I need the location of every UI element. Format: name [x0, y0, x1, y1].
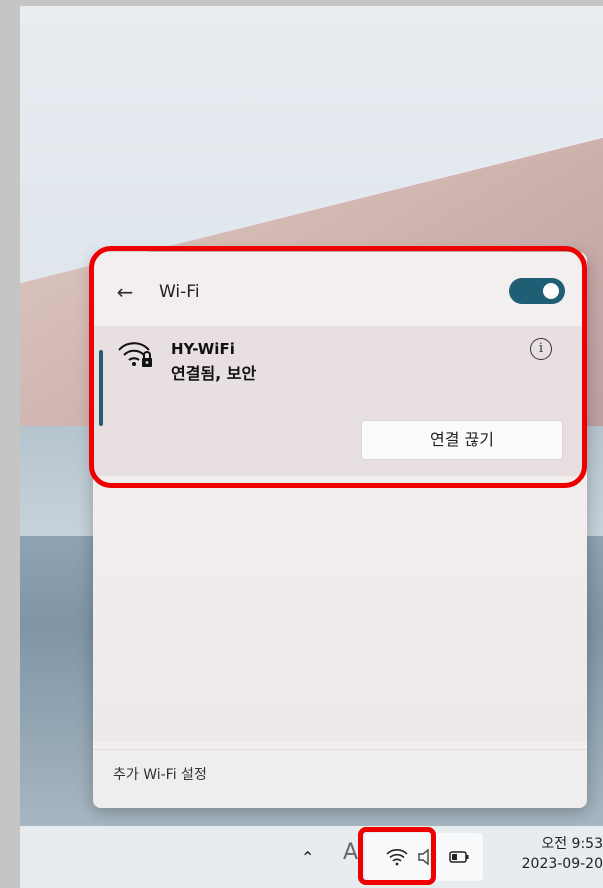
taskbar-clock[interactable]: 오전 9:53 2023-09-20 — [505, 834, 603, 874]
clock-date: 2023-09-20 — [521, 856, 603, 872]
flyout-body — [93, 482, 587, 742]
taskbar: ⌃ A 오전 9:53 2023-09-20 — [20, 826, 603, 888]
more-wifi-settings-link[interactable]: 추가 Wi-Fi 설정 — [113, 764, 207, 784]
screen-border-left — [0, 0, 20, 888]
flyout-footer: 추가 Wi-Fi 설정 — [93, 749, 587, 808]
highlight-annotation-wifi-icon — [358, 827, 436, 885]
battery-icon — [449, 851, 469, 863]
ime-indicator[interactable]: A — [343, 840, 358, 865]
highlight-annotation-network — [89, 246, 587, 488]
clock-time: 오전 9:53 — [541, 836, 603, 852]
chevron-up-icon[interactable]: ⌃ — [301, 848, 314, 867]
